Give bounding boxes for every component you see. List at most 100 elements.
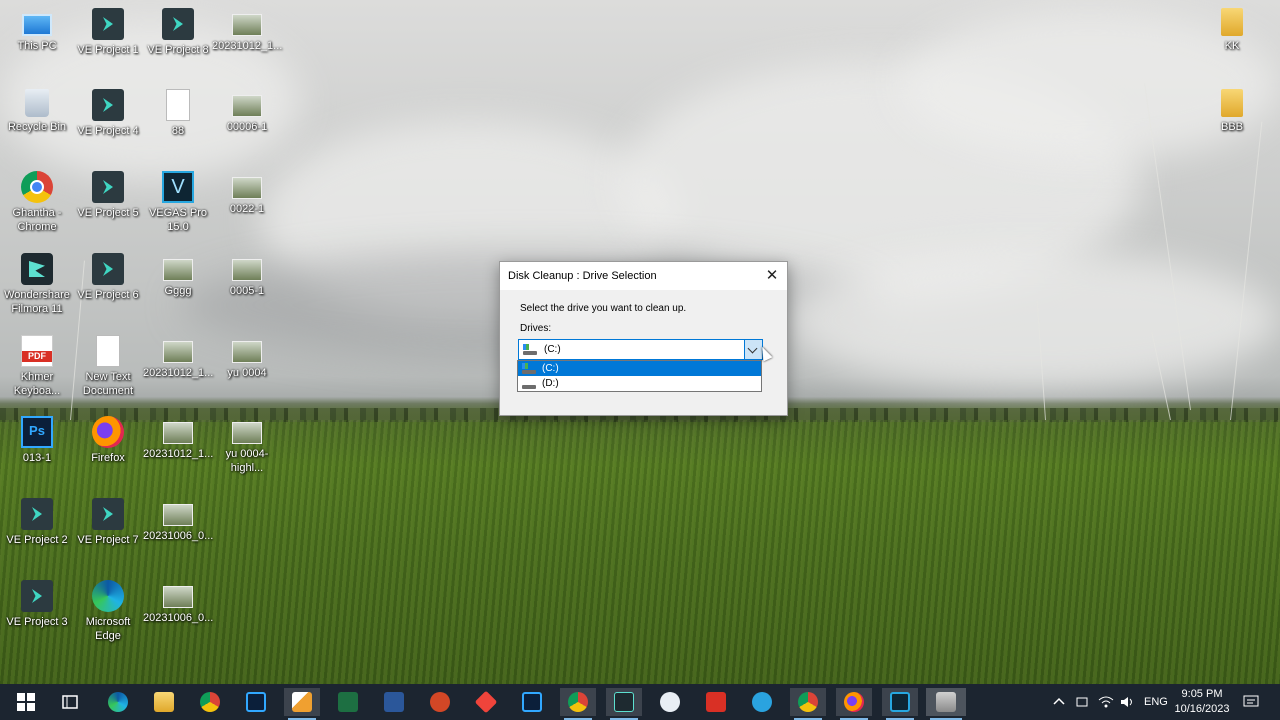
edge-icon bbox=[108, 692, 128, 712]
photoshop-icon bbox=[246, 692, 266, 712]
desktop-icon-ve-project-8[interactable]: VE Project 8 bbox=[143, 8, 213, 57]
desktop-icon-ve-project-5[interactable]: VE Project 5 bbox=[73, 171, 143, 220]
taskbar-excel[interactable] bbox=[330, 688, 366, 716]
dialog-titlebar[interactable]: Disk Cleanup : Drive Selection ✕ bbox=[500, 262, 787, 290]
photo-icon bbox=[163, 586, 193, 608]
taskbar-firefox[interactable] bbox=[836, 688, 872, 720]
desktop-icon-00006-1[interactable]: 00006-1 bbox=[212, 89, 282, 134]
drive-select[interactable]: (C:) bbox=[518, 339, 763, 360]
desktop-icon-label: 20231012_1... bbox=[212, 40, 283, 52]
photo-icon bbox=[232, 14, 262, 36]
drive-option-d[interactable]: (D:) bbox=[518, 376, 761, 391]
desktop-icon-20231012-c[interactable]: 20231012_1... bbox=[212, 8, 282, 53]
photoshop-icon bbox=[522, 692, 542, 712]
start-button[interactable] bbox=[8, 688, 44, 716]
taskbar-telegram[interactable] bbox=[744, 688, 780, 716]
desktop-icon-yu-0004-highlight[interactable]: yu 0004-highl... bbox=[212, 416, 282, 475]
desktop-icon-new-text-document[interactable]: New Text Document bbox=[73, 335, 143, 398]
ve-project-icon bbox=[92, 498, 124, 530]
clock-time: 9:05 PM bbox=[1181, 688, 1223, 700]
cleanup-icon bbox=[936, 692, 956, 712]
ve-project-icon bbox=[92, 253, 124, 285]
action-center-button[interactable] bbox=[1243, 684, 1259, 720]
taskbar-chrome-2[interactable] bbox=[560, 688, 596, 720]
desktop-icon-ve-project-3[interactable]: VE Project 3 bbox=[2, 580, 72, 629]
desktop-icon-khmer-keyboard[interactable]: Khmer Keyboa... bbox=[2, 335, 72, 398]
desktop-icon-kk[interactable]: KK bbox=[1197, 8, 1267, 53]
ve-project-icon bbox=[92, 8, 124, 40]
chrome-icon bbox=[798, 692, 818, 712]
taskbar-paint[interactable] bbox=[284, 688, 320, 720]
taskbar-filmora[interactable] bbox=[606, 688, 642, 720]
desktop-icon-20231006-a[interactable]: 20231006_0... bbox=[143, 498, 213, 543]
taskbar-acrobat[interactable] bbox=[698, 688, 734, 716]
desktop-icon-20231012-a[interactable]: 20231012_1... bbox=[143, 335, 213, 380]
photo-icon bbox=[232, 259, 262, 281]
desktop-icon-label: VEGAS Pro 15.0 bbox=[148, 207, 208, 233]
tray-network[interactable] bbox=[1098, 684, 1114, 720]
desktop-icon-label: 0022-1 bbox=[229, 203, 265, 215]
desktop-icon-label: Firefox bbox=[91, 452, 125, 464]
show-hidden-icons[interactable] bbox=[1052, 684, 1066, 720]
notification-icon bbox=[1243, 695, 1259, 707]
taskbar-file-explorer[interactable] bbox=[146, 688, 182, 716]
taskbar-anydesk[interactable] bbox=[468, 688, 504, 716]
desktop-icon-20231012-b[interactable]: 20231012_1... bbox=[143, 416, 213, 461]
ve-project-icon bbox=[162, 8, 194, 40]
desktop-icon-20231006-b[interactable]: 20231006_0... bbox=[143, 580, 213, 625]
dialog-message: Select the drive you want to clean up. bbox=[520, 303, 687, 314]
task-view-button[interactable] bbox=[52, 688, 88, 716]
desktop-icon-recycle-bin[interactable]: Recycle Bin bbox=[2, 89, 72, 134]
desktop-icon-ve-project-1[interactable]: VE Project 1 bbox=[73, 8, 143, 57]
desktop-icon-label: 88 bbox=[171, 125, 185, 137]
desktop-icon-ve-project-6[interactable]: VE Project 6 bbox=[73, 253, 143, 302]
taskbar-chrome[interactable] bbox=[192, 688, 228, 716]
close-icon[interactable]: ✕ bbox=[757, 262, 787, 290]
desktop-icon-firefox[interactable]: Firefox bbox=[73, 416, 143, 465]
text-document-icon bbox=[96, 335, 120, 367]
desktop-icon-yu-0004[interactable]: yu 0004 bbox=[212, 335, 282, 380]
desktop-icon-label: VE Project 4 bbox=[77, 125, 139, 137]
desktop-icon-gggg[interactable]: Gggg bbox=[143, 253, 213, 298]
desktop-icon-filmora[interactable]: Wondershare Filmora 11 bbox=[2, 253, 72, 316]
file-explorer-icon bbox=[154, 692, 174, 712]
desktop-icon-label: VE Project 3 bbox=[6, 616, 68, 628]
taskbar-app[interactable] bbox=[652, 688, 688, 716]
desktop-icon-013-1[interactable]: Ps 013-1 bbox=[2, 416, 72, 465]
taskbar-powerpoint[interactable] bbox=[422, 688, 458, 716]
desktop-icon-bbb[interactable]: BBB bbox=[1197, 89, 1267, 134]
taskbar-vegas[interactable] bbox=[882, 688, 918, 720]
tray-volume[interactable] bbox=[1120, 684, 1136, 720]
desktop-icon-88[interactable]: 88 bbox=[143, 89, 213, 138]
desktop-icon-label: 20231012_1... bbox=[143, 367, 214, 379]
tray-language[interactable]: ENG bbox=[1144, 684, 1168, 720]
desktop-icon-label: 20231012_1... bbox=[143, 448, 214, 460]
desktop-icon-label: Ghantha - Chrome bbox=[12, 207, 62, 233]
taskbar-clock[interactable]: 9:05 PM 10/16/2023 bbox=[1170, 687, 1234, 717]
taskbar-photoshop-2[interactable] bbox=[514, 688, 550, 716]
desktop-icon-this-pc[interactable]: This PC bbox=[2, 8, 72, 53]
desktop-icon-0022-1[interactable]: 0022-1 bbox=[212, 171, 282, 216]
desktop-icon-vegas-pro[interactable]: V VEGAS Pro 15.0 bbox=[143, 171, 213, 234]
dialog-title: Disk Cleanup : Drive Selection bbox=[508, 270, 657, 282]
volume-icon bbox=[1121, 697, 1132, 707]
desktop-icon-ve-project-7[interactable]: VE Project 7 bbox=[73, 498, 143, 547]
tray-meet-now[interactable] bbox=[1075, 684, 1089, 720]
taskbar-photoshop[interactable] bbox=[238, 688, 274, 716]
drive-icon bbox=[522, 381, 536, 389]
desktop-icon-label: KK bbox=[1224, 40, 1240, 52]
taskbar-edge[interactable] bbox=[100, 688, 136, 716]
desktop-icon-label: yu 0004 bbox=[227, 367, 267, 379]
chrome-icon bbox=[568, 692, 588, 712]
taskbar-disk-cleanup[interactable] bbox=[926, 688, 966, 720]
desktop-icon-ve-project-4[interactable]: VE Project 4 bbox=[73, 89, 143, 138]
desktop-icon-label: VE Project 8 bbox=[147, 44, 209, 56]
taskbar: ENG 9:05 PM 10/16/2023 bbox=[0, 684, 1280, 720]
desktop-icon-ve-project-2[interactable]: VE Project 2 bbox=[2, 498, 72, 547]
taskbar-chrome-3[interactable] bbox=[790, 688, 826, 720]
desktop-icon-0005-1[interactable]: 0005-1 bbox=[212, 253, 282, 298]
desktop-icon-chrome[interactable]: Ghantha - Chrome bbox=[2, 171, 72, 234]
taskbar-word[interactable] bbox=[376, 688, 412, 716]
drive-option-c[interactable]: (C:) bbox=[518, 361, 761, 376]
desktop-icon-microsoft-edge[interactable]: Microsoft Edge bbox=[73, 580, 143, 643]
